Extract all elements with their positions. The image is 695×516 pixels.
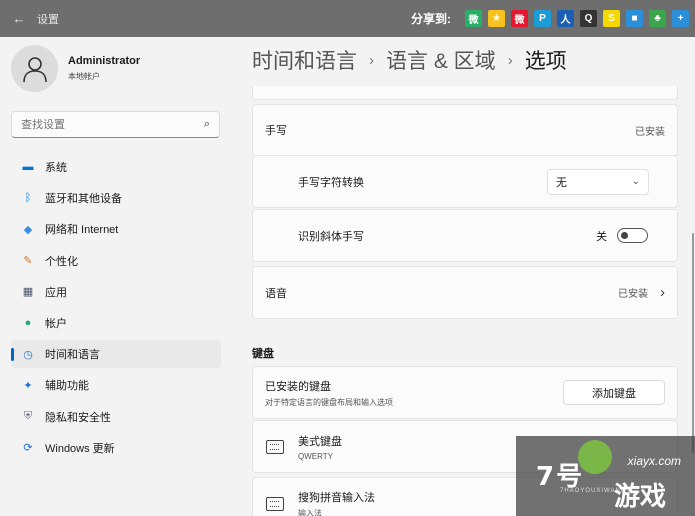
breadcrumb-time-language[interactable]: 时间和语言 — [252, 45, 357, 75]
apps-icon: ▦ — [22, 286, 34, 299]
toggle-state-label: 关 — [596, 230, 607, 243]
handwriting-card: 手写 已安装 — [252, 104, 678, 156]
qq-share-icon[interactable]: Q — [580, 10, 597, 27]
sidebar-item-label: 帐户 — [45, 317, 67, 330]
search-box[interactable]: ⌕ — [11, 111, 220, 138]
avatar — [11, 45, 58, 92]
sidebar-item[interactable]: ᛒ 蓝牙和其他设备 — [11, 184, 221, 212]
sidebar-item[interactable]: ◆ 网络和 Internet — [11, 215, 221, 243]
handwriting-conversion-dropdown[interactable]: 无 ⌄ — [547, 168, 649, 195]
user-profile[interactable]: Administrator 本地帐户 — [11, 45, 140, 92]
watermark-game-text: 游戏 — [614, 482, 667, 512]
window-title: 设置 — [37, 13, 59, 26]
dropdown-value: 无 — [556, 176, 567, 189]
sidebar-item[interactable]: ⟳ Windows 更新 — [11, 434, 221, 462]
page-title: 选项 — [524, 50, 567, 73]
share-bar: 分享到: 微 ★ 微 P 人 Q S ■ ♣ + — [411, 0, 689, 37]
sidebar-item-label: 辅助功能 — [45, 380, 89, 393]
italic-recognition-card: 识别斜体手写 关 — [252, 209, 678, 262]
clover-share-icon[interactable]: ♣ — [649, 10, 666, 27]
renren-share-icon[interactable]: 人 — [557, 10, 574, 27]
nav-list: ▬ 系统 ᛒ 蓝牙和其他设备 ◆ 网络和 Internet ✎ 个性化 ▦ 应用 ● 帐户 ◷ 时间和语言… — [11, 153, 221, 465]
sidebar-item[interactable]: ✎ 个性化 — [11, 247, 221, 275]
globe-clock-icon: ◷ — [23, 348, 33, 361]
qzone-share-icon[interactable]: ★ — [488, 10, 505, 27]
title-bar: ← 设置 分享到: 微 ★ 微 P 人 Q S ■ ♣ + — [0, 0, 695, 37]
speech-label: 语音 — [265, 287, 287, 300]
search-input[interactable] — [21, 118, 204, 131]
watermark-url: xiayx.com — [627, 454, 681, 468]
keyboard-layout: QWERTY — [298, 451, 333, 461]
handwriting-label: 手写 — [265, 125, 287, 137]
sohu-share-icon[interactable]: S — [603, 10, 620, 27]
sidebar-item-label: 个性化 — [45, 255, 78, 268]
breadcrumb-separator: › — [369, 51, 374, 69]
update-icon: ⟳ — [23, 442, 33, 455]
more-share-icon[interactable]: + — [672, 10, 689, 27]
italic-recognition-toggle[interactable] — [617, 228, 648, 243]
handwriting-conversion-label: 手写字符转换 — [298, 176, 364, 189]
keyboard-layout: 输入法 — [298, 508, 322, 516]
handwriting-conversion-card: 手写字符转换 无 ⌄ — [252, 155, 678, 208]
sidebar-item[interactable]: ▬ 系统 — [11, 153, 221, 181]
sidebar: Administrator 本地帐户 ⌕ ▬ 系统 ᛒ 蓝牙和其他设备 ◆ 网络和 Int… — [0, 37, 232, 516]
installed-keyboards-card: 已安装的键盘 对于特定语言的键盘布局和输入选项 添加键盘 — [252, 366, 678, 419]
wechat-share-icon[interactable]: 微 — [465, 10, 482, 27]
brush-icon: ✎ — [23, 255, 33, 268]
keyboard-name: 美式键盘 — [298, 435, 342, 448]
sidebar-item-label: Windows 更新 — [45, 442, 115, 455]
breadcrumb-language-region[interactable]: 语言 & 区域 — [386, 45, 496, 75]
sidebar-item[interactable]: ⛨ 隐私和安全性 — [11, 403, 221, 431]
account-icon: ● — [24, 316, 32, 329]
keyboard-icon — [266, 439, 284, 454]
shield-icon: ⛨ — [23, 410, 33, 422]
breadcrumb: 时间和语言 › 语言 & 区域 › 选项 — [252, 45, 567, 75]
weibo-share-icon[interactable]: 微 — [511, 10, 528, 27]
speech-right: 已安装 › — [618, 284, 665, 301]
add-keyboard-button[interactable]: 添加键盘 — [563, 380, 665, 405]
sidebar-item[interactable]: ◷ 时间和语言 — [11, 340, 221, 369]
wifi-icon: ◆ — [23, 223, 33, 236]
pengyou-share-icon[interactable]: P — [534, 10, 551, 27]
sidebar-item[interactable]: ● 帐户 — [11, 309, 221, 337]
keyboard-icon — [266, 496, 284, 511]
sidebar-item-label: 网络和 Internet — [45, 224, 119, 237]
scrollbar[interactable] — [692, 233, 694, 453]
bluetooth-icon: ᛒ — [24, 192, 32, 205]
speech-status: 已安装 — [618, 289, 648, 300]
keyboard-section-title: 键盘 — [252, 348, 274, 360]
installed-keyboards-desc: 对于特定语言的键盘布局和输入选项 — [265, 397, 393, 407]
sidebar-item-label: 隐私和安全性 — [45, 411, 111, 424]
italic-recognition-label: 识别斜体手写 — [298, 230, 364, 243]
keyboard-name: 搜狗拼音输入法 — [298, 491, 375, 504]
share-label: 分享到: — [411, 12, 451, 26]
system-icon: ▬ — [22, 161, 34, 173]
breadcrumb-separator: › — [507, 51, 513, 69]
person-icon — [22, 56, 47, 82]
sidebar-item[interactable]: ✦ 辅助功能 — [11, 371, 221, 399]
sidebar-item-label: 系统 — [45, 162, 67, 174]
italic-toggle-group: 关 — [596, 228, 648, 244]
sidebar-item-label: 时间和语言 — [45, 349, 100, 362]
back-arrow-icon[interactable]: ← — [8, 11, 30, 26]
sidebar-item[interactable]: ▦ 应用 — [11, 278, 221, 306]
search-icon[interactable]: ⌕ — [204, 118, 210, 131]
previous-card-edge — [252, 86, 678, 100]
account-type: 本地帐户 — [68, 72, 100, 81]
sidebar-item-label: 应用 — [45, 286, 67, 299]
accessibility-icon: ✦ — [23, 379, 33, 392]
handwriting-status: 已安装 — [635, 126, 665, 138]
site-watermark: xiayx.com 7号 7HAOYOUXIWANG 游戏 — [516, 436, 695, 516]
book-share-icon[interactable]: ■ — [626, 10, 643, 27]
chevron-down-icon: ⌄ — [631, 176, 640, 187]
speech-card[interactable]: 语音 已安装 › — [252, 266, 678, 319]
chevron-right-icon: › — [660, 284, 665, 301]
installed-keyboards-label: 已安装的键盘 — [265, 380, 331, 393]
user-name: Administrator — [68, 55, 141, 67]
sidebar-item-label: 蓝牙和其他设备 — [45, 193, 122, 206]
